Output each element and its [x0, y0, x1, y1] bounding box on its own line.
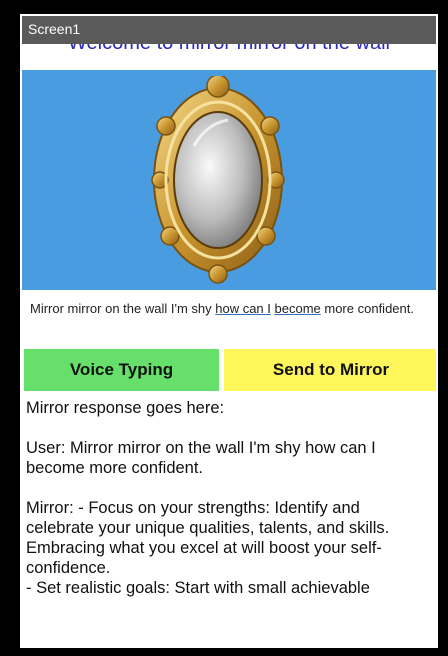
response-user-line: User: Mirror mirror on the wall I'm shy …: [26, 439, 381, 477]
prompt-text-part: more confident.: [320, 301, 414, 316]
mirror-response-area: Mirror response goes here: User: Mirror m…: [26, 398, 432, 598]
response-header: Mirror response goes here:: [26, 399, 225, 417]
response-mirror-line: Mirror: - Focus on your strengths: Ident…: [26, 499, 394, 577]
mirror-image-panel: [22, 70, 436, 290]
prompt-text-part: become: [274, 301, 321, 316]
screen-title-bar: Screen1: [22, 16, 436, 44]
prompt-text-part: Mirror mirror on the wall I'm shy: [30, 301, 216, 316]
phone-frame: Screen1 Welcome to mirror mirror on the …: [0, 0, 448, 656]
ornate-mirror-image: [151, 76, 285, 284]
app-screen: Screen1 Welcome to mirror mirror on the …: [20, 14, 438, 648]
response-tip-line: - Set realistic goals: Start with small …: [26, 579, 370, 597]
voice-typing-button[interactable]: Voice Typing: [24, 349, 219, 391]
screen-title: Screen1: [28, 21, 81, 37]
send-to-mirror-button[interactable]: Send to Mirror: [224, 349, 436, 391]
prompt-text-part: how can I: [215, 301, 271, 316]
prompt-text: Mirror mirror on the wall I'm shy how ca…: [30, 301, 428, 317]
